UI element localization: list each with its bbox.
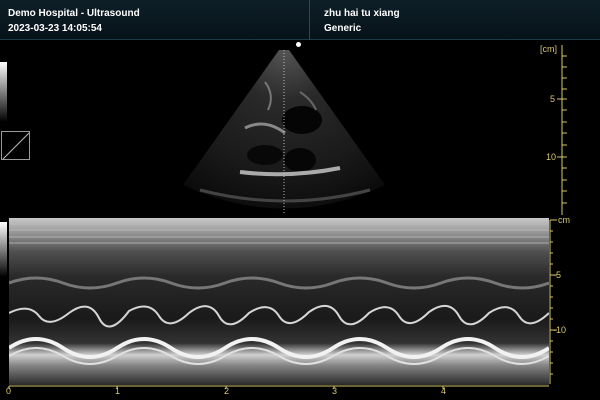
focus-dot bbox=[296, 42, 301, 47]
b-mode-depth-scale bbox=[557, 45, 567, 215]
m-mode-trace[interactable] bbox=[9, 218, 549, 385]
m-mode-depth-label-10: -10 bbox=[553, 325, 567, 335]
sector-fan bbox=[183, 50, 385, 209]
m-mode-time-axis: 0 1 2 3 4 bbox=[0, 385, 600, 400]
time-label-3: 3 bbox=[332, 386, 338, 396]
m-mode-depth-scale bbox=[549, 219, 557, 384]
m-mode-depth-unit: cm bbox=[558, 215, 570, 225]
institution-name: Demo Hospital - Ultrasound bbox=[8, 8, 140, 19]
header-bar: Demo Hospital - Ultrasound 2023-03-23 14… bbox=[0, 0, 600, 40]
b-mode-depth-label-10: 10 bbox=[546, 152, 557, 162]
time-label-0: 0 bbox=[6, 386, 12, 396]
patient-name: zhu hai tu xiang bbox=[324, 8, 400, 19]
header-left-panel: Demo Hospital - Ultrasound 2023-03-23 14… bbox=[0, 0, 310, 40]
grayscale-bar-mmode bbox=[0, 222, 7, 277]
b-mode-sector-image[interactable] bbox=[0, 40, 600, 218]
cardiac-chamber-1 bbox=[282, 106, 322, 134]
cardiac-chamber-2 bbox=[247, 145, 283, 165]
b-mode-depth-label-5: 5 bbox=[550, 94, 556, 104]
time-label-1: 1 bbox=[115, 386, 121, 396]
header-right-panel: zhu hai tu xiang Generic bbox=[311, 0, 600, 40]
m-mode-depth-label-5: -5 bbox=[553, 270, 562, 280]
time-label-4: 4 bbox=[441, 386, 447, 396]
preset-name: Generic bbox=[324, 23, 362, 34]
time-label-2: 2 bbox=[224, 386, 230, 396]
exam-datetime: 2023-03-23 14:05:54 bbox=[8, 23, 102, 34]
cardiac-chamber-3 bbox=[284, 148, 316, 172]
b-mode-depth-unit: [cm] bbox=[540, 44, 557, 54]
